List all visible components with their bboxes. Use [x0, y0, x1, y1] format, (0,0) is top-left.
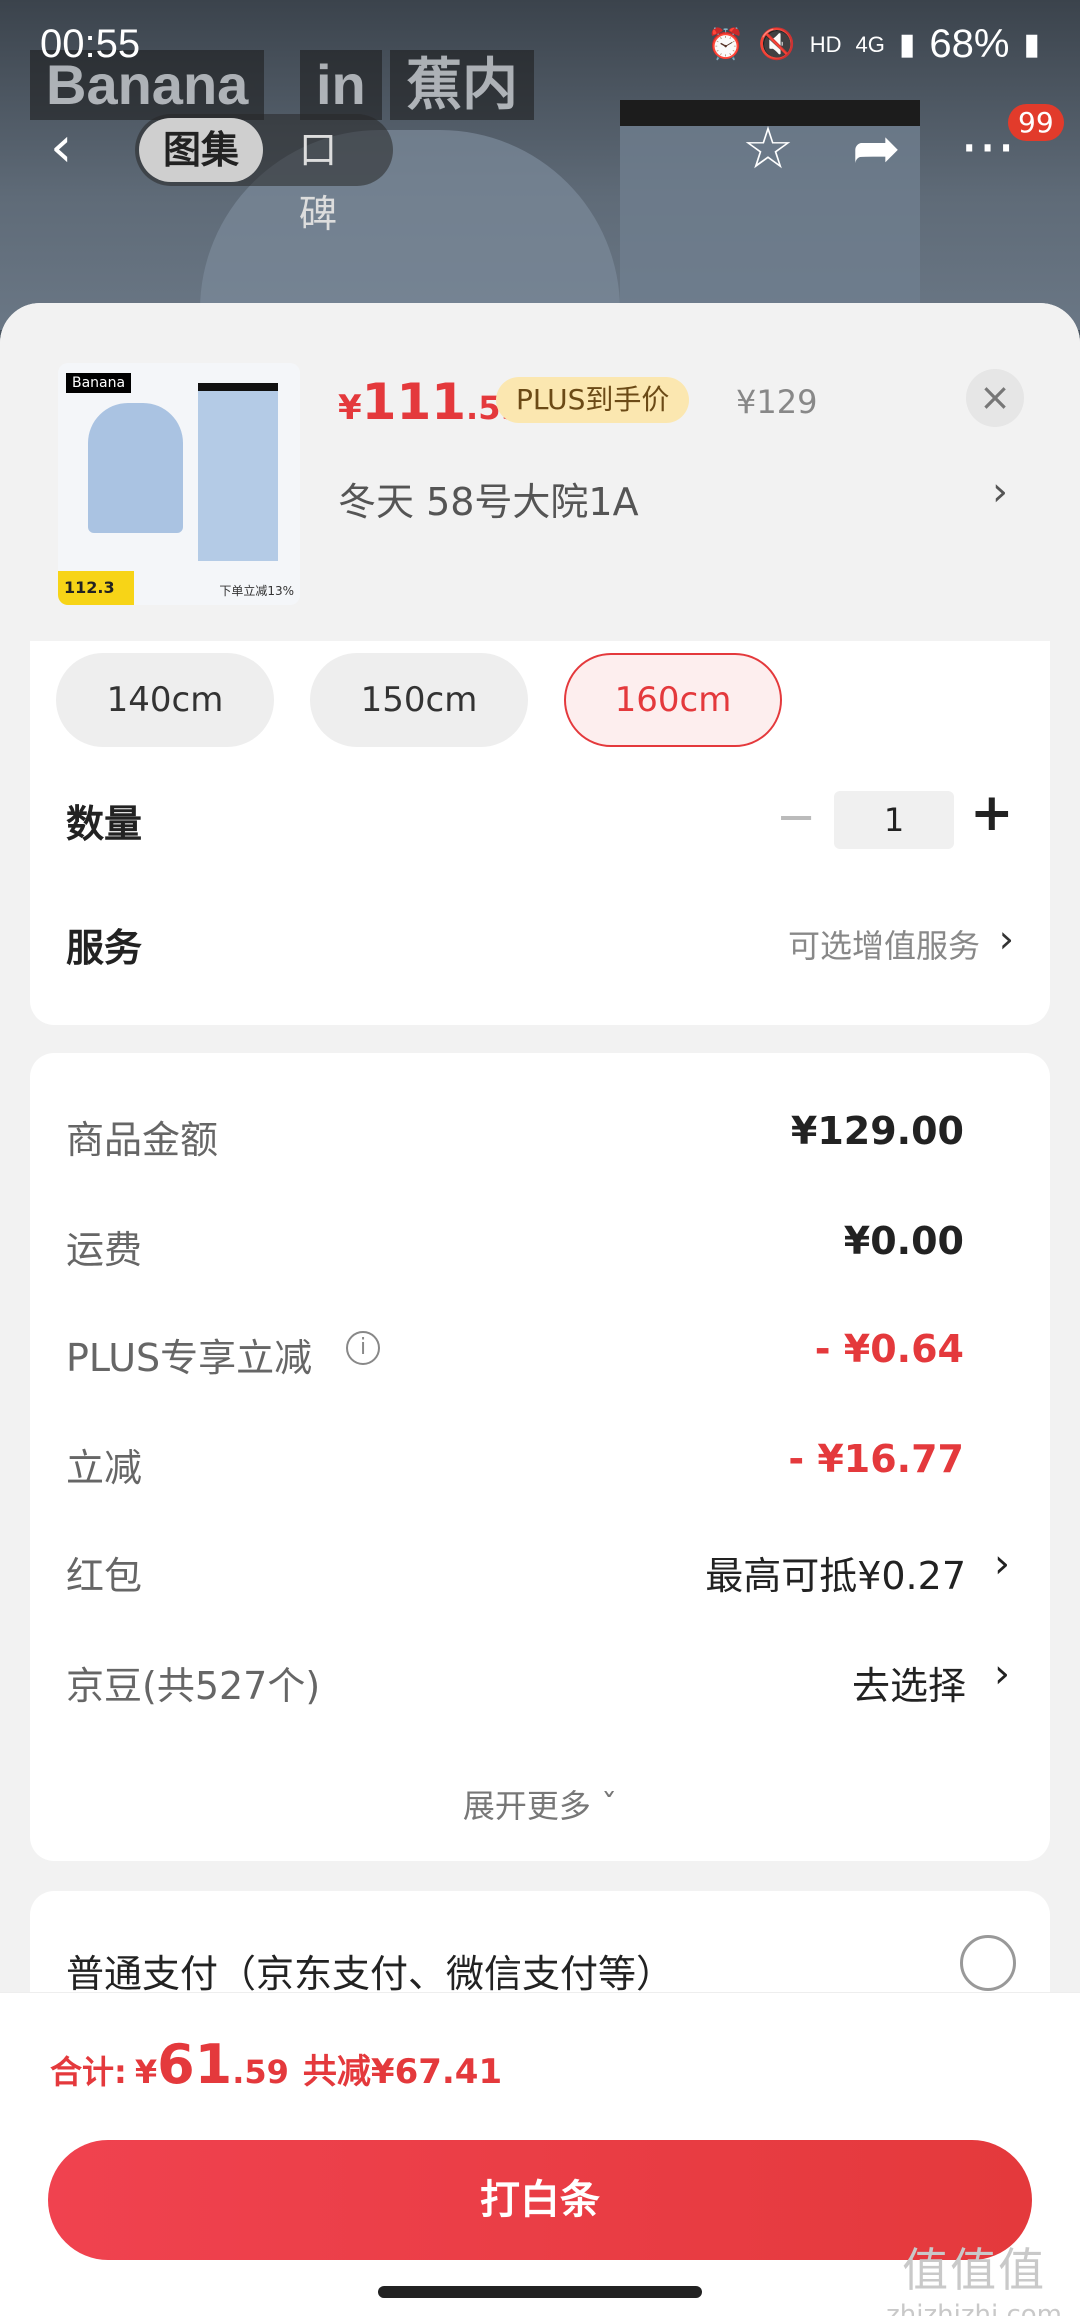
- plus-price: ¥ 111 .59: [338, 373, 523, 433]
- product-summary: Banana 112.3 下单立减13% ¥ 111 .59 PLUS到手价 ¥…: [0, 303, 1080, 641]
- status-bar: 00:55 ⏰ 🔇 HD 4G ▮ 68% ▮: [0, 0, 1080, 95]
- quantity-input[interactable]: 1: [834, 791, 954, 849]
- chevron-right-icon[interactable]: ›: [994, 1541, 1010, 1587]
- fee-value: ¥0.00: [843, 1219, 964, 1263]
- battery-percent: 68%: [929, 22, 1010, 66]
- fee-row-goods: 商品金额 ¥129.00: [30, 1099, 1050, 1169]
- quantity-label: 数量: [66, 802, 143, 846]
- service-label: 服务: [66, 926, 143, 970]
- more-icon[interactable]: ···: [960, 114, 1015, 182]
- battery-icon: ▮: [1023, 28, 1040, 61]
- service-value[interactable]: 可选增值服务: [788, 921, 980, 967]
- total-label: 合计:: [50, 2053, 127, 2091]
- total-bar: 合计: ¥ 61 .59 共减¥67.41: [0, 1992, 1080, 2127]
- watermark: 值值值 zhizhizhi.com: [886, 2234, 1062, 2316]
- thumb-brand-label: Banana: [66, 373, 132, 393]
- plus-price-badge: PLUS到手价: [496, 377, 690, 423]
- selected-spec[interactable]: 冬天 58号大院1A: [338, 471, 639, 526]
- top-nav: ‹ 图集 口碑 ☆ ➦ ··· 99: [0, 104, 1080, 236]
- fee-breakdown: 商品金额 ¥129.00 运费 ¥0.00 PLUS专享立减 i - ¥0.64…: [30, 1053, 1050, 1861]
- tab-gallery[interactable]: 图集: [139, 118, 264, 182]
- size-option-140[interactable]: 140cm: [56, 653, 274, 747]
- price-symbol: ¥: [338, 388, 362, 428]
- home-indicator[interactable]: [378, 2286, 702, 2298]
- chevron-down-icon: ˇ: [601, 1787, 618, 1825]
- fee-row-instant-discount: 立减 - ¥16.77: [30, 1427, 1050, 1497]
- chevron-right-icon[interactable]: ›: [992, 469, 1008, 515]
- size-option-160[interactable]: 160cm: [564, 653, 782, 747]
- checkout-area: 打白条 值值值 zhizhizhi.com: [0, 2126, 1080, 2316]
- fee-row-red-packet[interactable]: 红包 最高可抵¥0.27 ›: [30, 1535, 1050, 1605]
- original-price: ¥129: [736, 383, 818, 421]
- quantity-increase-button[interactable]: +: [970, 783, 1014, 843]
- watermark-logo: 值值值: [902, 2243, 1047, 2297]
- close-button[interactable]: ×: [966, 369, 1024, 427]
- fee-value: ¥129.00: [790, 1109, 964, 1153]
- chevron-right-icon[interactable]: ›: [999, 917, 1014, 961]
- total-symbol: ¥: [134, 2053, 158, 2091]
- fee-label: PLUS专享立减: [66, 1336, 313, 1380]
- fee-row-jingdou[interactable]: 京豆(共527个) 去选择 ›: [30, 1645, 1050, 1715]
- fee-value: - ¥0.64: [814, 1327, 964, 1371]
- fee-label: 立减: [66, 1446, 143, 1490]
- status-indicators: ⏰ 🔇 HD 4G ▮ 68% ▮: [707, 22, 1040, 67]
- purchase-bottom-sheet: Banana 112.3 下单立减13% ¥ 111 .59 PLUS到手价 ¥…: [0, 303, 1080, 2316]
- fee-value: - ¥16.77: [788, 1437, 964, 1481]
- notification-badge: 99: [1008, 104, 1064, 141]
- total-saved: 共减¥67.41: [302, 2052, 503, 2092]
- fee-label: 京豆(共527个): [66, 1664, 321, 1708]
- network-label: 4G: [855, 31, 885, 57]
- product-thumbnail[interactable]: Banana 112.3 下单立减13%: [58, 363, 300, 605]
- watermark-url: zhizhizhi.com: [886, 2300, 1062, 2316]
- total-integer: 61: [157, 2033, 233, 2096]
- thumb-discount-note: 下单立减13%: [219, 584, 294, 598]
- media-tabs: 图集 口碑: [135, 114, 393, 236]
- back-button[interactable]: ‹: [50, 118, 110, 178]
- thumb-pants: [198, 383, 278, 561]
- size-option-150[interactable]: 150cm: [310, 653, 528, 747]
- total-amount: 合计: ¥ 61 .59 共减¥67.41: [50, 2033, 502, 2096]
- fee-label: 红包: [66, 1554, 143, 1598]
- thumb-shirt: [88, 403, 183, 533]
- pay-with-baitiao-button[interactable]: 打白条: [48, 2140, 1032, 2260]
- total-decimal: .59: [232, 2053, 289, 2091]
- favorite-star-icon[interactable]: ☆: [742, 114, 794, 182]
- payment-radio[interactable]: [960, 1935, 1016, 1991]
- info-icon[interactable]: i: [346, 1331, 380, 1365]
- chevron-right-icon[interactable]: ›: [994, 1651, 1010, 1697]
- quantity-decrease-button[interactable]: −: [776, 789, 816, 845]
- tab-reviews[interactable]: 口碑: [275, 118, 393, 236]
- fee-row-shipping: 运费 ¥0.00: [30, 1209, 1050, 1279]
- expand-more-button[interactable]: 展开更多 ˇ: [30, 1781, 1050, 1827]
- fee-row-plus-discount: PLUS专享立减 i - ¥0.64: [30, 1317, 1050, 1387]
- share-icon[interactable]: ➦: [852, 114, 901, 182]
- options-card: 140cm 150cm 160cm 数量 − 1 + 服务 可选增值服务 ›: [30, 641, 1050, 1025]
- signal-icon: ▮: [898, 28, 916, 61]
- fee-value[interactable]: 去选择: [852, 1655, 966, 1710]
- alarm-icon: ⏰: [707, 28, 745, 61]
- fee-value[interactable]: 最高可抵¥0.27: [705, 1545, 966, 1600]
- expand-more-label: 展开更多: [462, 1787, 591, 1825]
- hd-label: HD: [809, 31, 842, 57]
- mute-icon: 🔇: [758, 28, 796, 61]
- thumb-price: 112.3: [58, 571, 134, 605]
- fee-label: 运费: [66, 1228, 143, 1272]
- fee-label: 商品金额: [66, 1118, 219, 1162]
- status-time: 00:55: [40, 22, 141, 66]
- price-integer: 111: [361, 373, 467, 431]
- payment-method-label: 普通支付（京东支付、微信支付等）: [66, 1952, 675, 1996]
